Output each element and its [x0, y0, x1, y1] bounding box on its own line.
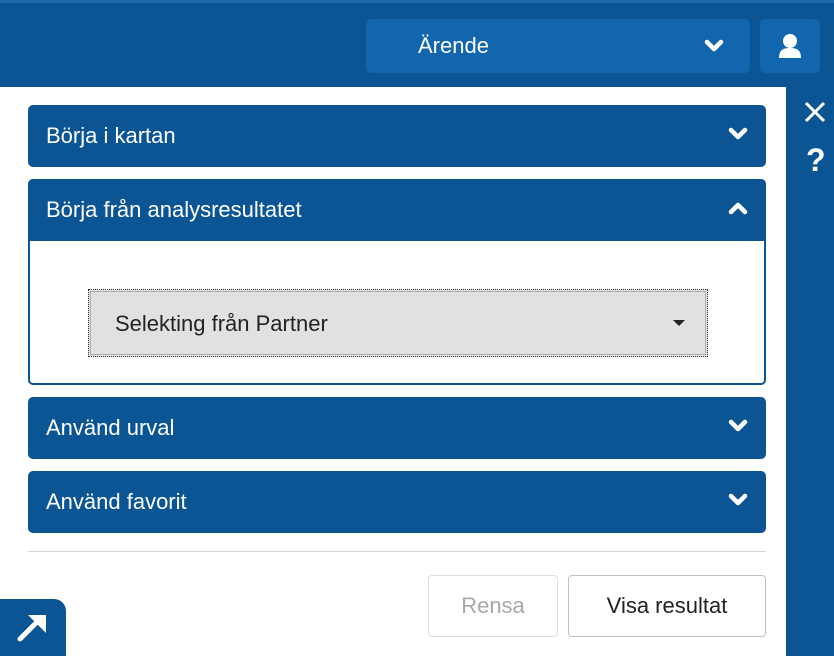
accordion-label: Använd favorit: [46, 489, 187, 514]
analysis-result-select[interactable]: Selekting från Partner: [88, 289, 708, 357]
accordion-use-favorite[interactable]: Använd favorit: [28, 471, 766, 533]
close-icon[interactable]: [804, 101, 826, 128]
divider: [28, 551, 766, 552]
right-tool-bar: ?: [786, 87, 834, 656]
dropdown-caret-icon: [673, 320, 685, 326]
accordion-start-from-analysis: Börja från analysresultatet Selekting fr…: [28, 179, 766, 385]
clear-button[interactable]: Rensa: [428, 575, 558, 637]
chevron-down-icon: [728, 419, 748, 438]
top-bar: Ärende: [0, 0, 834, 87]
case-select[interactable]: Ärende: [366, 19, 750, 73]
accordion-label: Använd urval: [46, 415, 175, 440]
user-button[interactable]: [760, 19, 820, 73]
case-select-label: Ärende: [418, 33, 489, 58]
analysis-result-select-value: Selekting från Partner: [115, 311, 328, 336]
accordion-start-in-map[interactable]: Börja i kartan: [28, 105, 766, 167]
user-icon: [779, 34, 801, 58]
chevron-down-icon: [704, 39, 724, 58]
expand-button[interactable]: [0, 599, 66, 656]
show-results-button[interactable]: Visa resultat: [568, 575, 766, 637]
accordion-label: Börja i kartan: [46, 123, 176, 148]
help-icon[interactable]: ?: [806, 143, 826, 177]
search-panel: Börja i kartan Börja från analysresultat…: [0, 87, 786, 656]
accordion-header-start-from-analysis[interactable]: Börja från analysresultatet: [28, 179, 766, 241]
chevron-up-icon: [728, 201, 748, 220]
chevron-down-icon: [728, 493, 748, 512]
expand-arrow-icon: [17, 615, 46, 642]
chevron-down-icon: [728, 127, 748, 146]
top-bar-accent-line: [0, 0, 834, 3]
accordion-use-selection[interactable]: Använd urval: [28, 397, 766, 459]
accordion-label: Börja från analysresultatet: [46, 197, 302, 222]
